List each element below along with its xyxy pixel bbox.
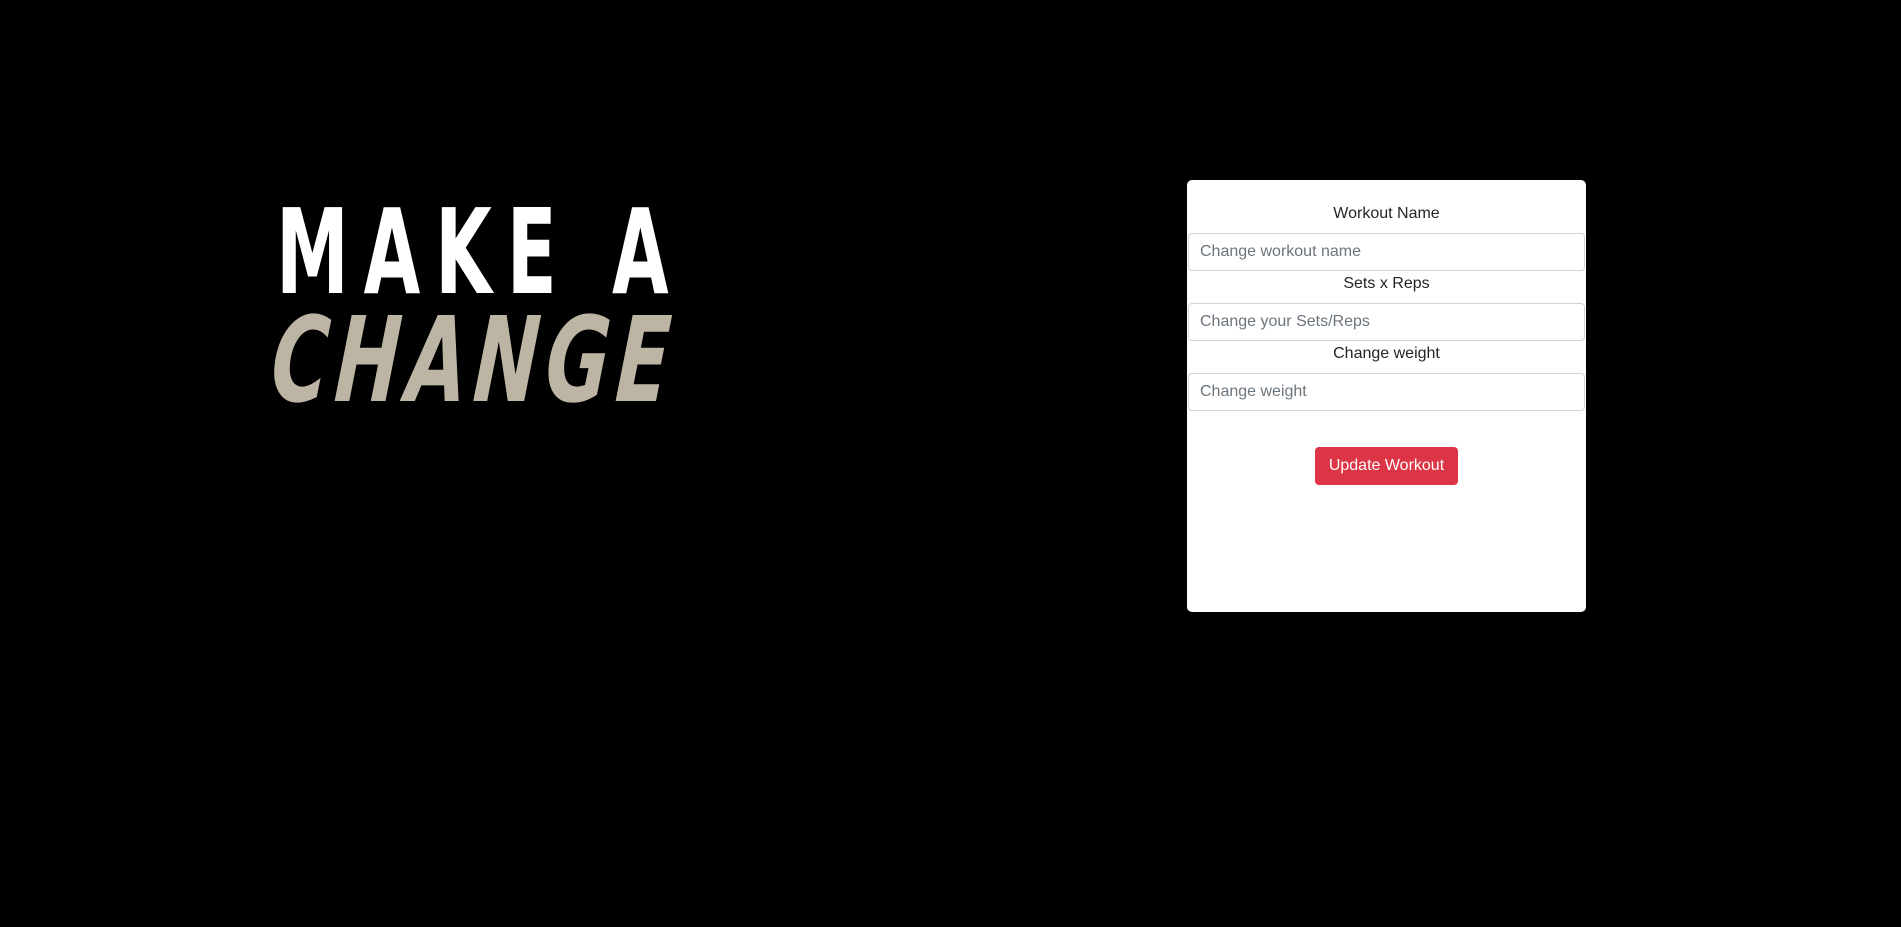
hero-heading: MAKE A CHANGE [267,193,756,429]
update-workout-button[interactable]: Update Workout [1315,447,1458,485]
sets-reps-label: Sets x Reps [1343,275,1430,292]
hero-line-change: CHANGE [267,291,682,429]
page: MAKE A CHANGE Workout Name Sets x Reps C… [0,0,1901,927]
weight-label: Change weight [1333,345,1440,362]
sets-reps-input[interactable] [1188,303,1585,341]
update-workout-form: Workout Name Sets x Reps Change weight U… [1187,180,1586,612]
workout-name-label: Workout Name [1333,205,1440,222]
workout-name-input[interactable] [1188,233,1585,271]
weight-input[interactable] [1188,373,1585,411]
